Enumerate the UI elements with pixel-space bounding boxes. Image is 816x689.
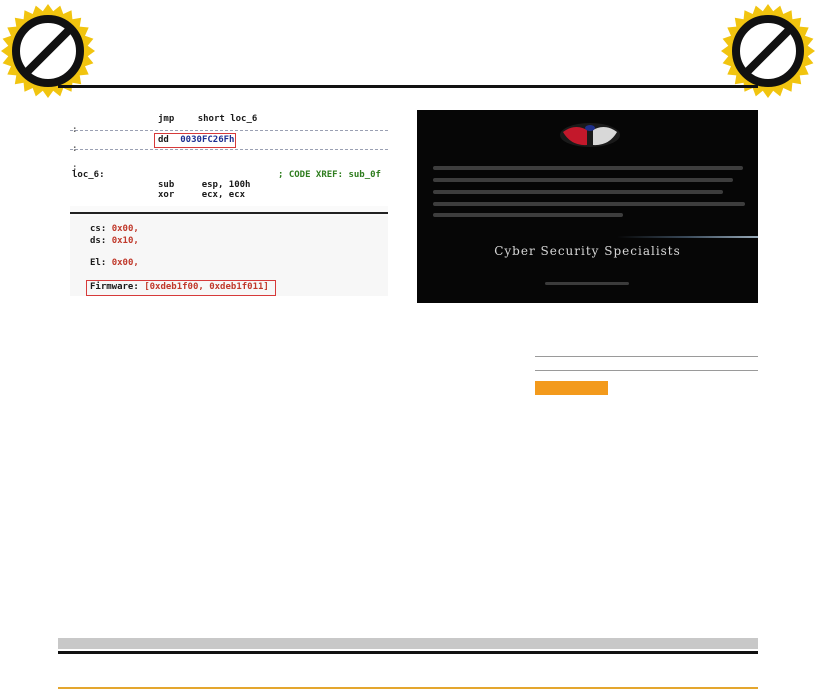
- disassembly-listing: jmp short loc_6 : dd 0030FC26Fh : : loc_…: [70, 110, 388, 206]
- register-dump: cs: 0x00, ds: 0x10, El: 0x00, Firmware: …: [70, 216, 388, 296]
- company-logo: [560, 123, 620, 147]
- code-mnemonic: sub: [158, 180, 175, 190]
- firmware-value: [0xdeb1f00, 0xdeb1f011]: [144, 282, 269, 292]
- code-operand: ecx, ecx: [201, 190, 246, 200]
- code-label: loc_6:: [72, 170, 105, 180]
- code-divider: [70, 130, 388, 131]
- code-separator: [70, 212, 388, 214]
- header-rule: [58, 85, 758, 88]
- code-operand: esp, 100h: [201, 180, 251, 190]
- website-screenshot: Cyber Security Specialists: [417, 110, 758, 303]
- register-value: 0x00,: [111, 258, 139, 268]
- code-mnemonic: dd: [158, 135, 169, 145]
- register-name: ds:: [90, 236, 107, 246]
- code-divider: [70, 149, 388, 150]
- register-name: El:: [90, 258, 107, 268]
- register-name: cs:: [90, 224, 107, 234]
- code-mnemonic: jmp: [158, 114, 175, 124]
- glow-line: [617, 236, 758, 238]
- code-operand: short loc_6: [197, 114, 258, 124]
- code-operand: 0030FC26Fh: [180, 135, 235, 145]
- orange-tab: [535, 381, 608, 395]
- firmware-label: Firmware:: [90, 282, 139, 292]
- register-value: 0x00,: [111, 224, 139, 234]
- side-rule: [535, 356, 758, 357]
- website-tagline: Cyber Security Specialists: [494, 244, 681, 258]
- disassembly-screenshot: jmp short loc_6 : dd 0030FC26Fh : : loc_…: [70, 110, 388, 296]
- footer-rule: [58, 651, 758, 654]
- code-xref: ; CODE XREF: sub_0f: [278, 170, 381, 180]
- register-value: 0x10,: [111, 236, 139, 246]
- website-footer-text: [545, 282, 629, 285]
- code-mnemonic: xor: [158, 190, 175, 200]
- side-rule: [535, 370, 758, 371]
- footer-bar: [58, 638, 758, 649]
